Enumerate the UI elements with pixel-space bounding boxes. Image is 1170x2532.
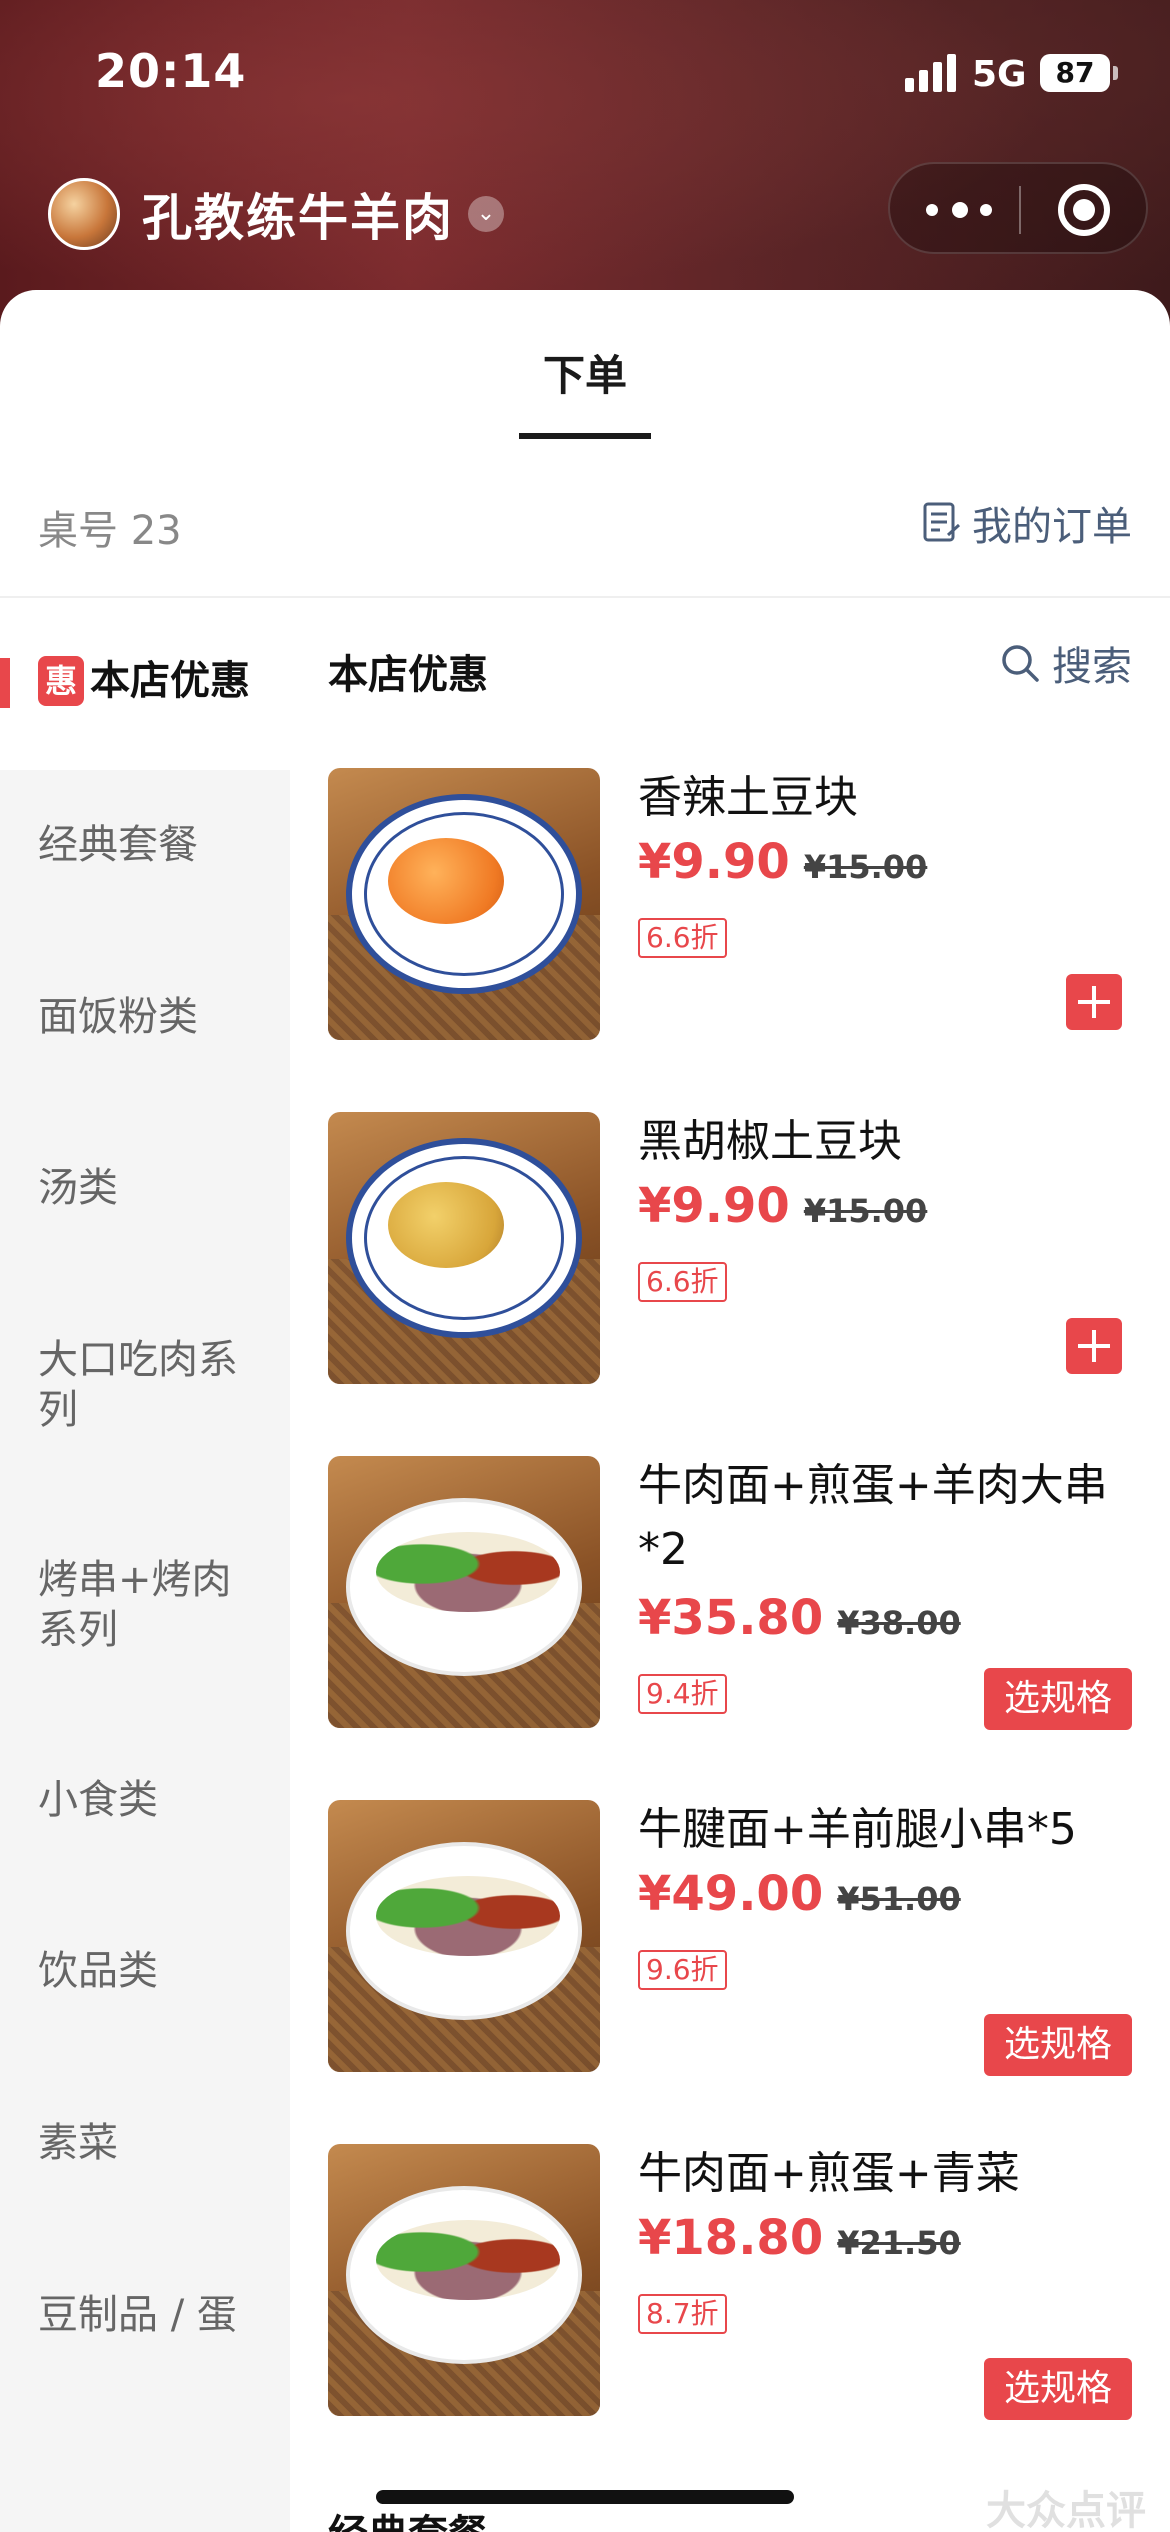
price-row: ¥18.80 ¥21.50 <box>638 2210 961 2266</box>
search-label: 搜索 <box>1052 644 1132 690</box>
sidebar-item[interactable]: 面饭粉类 <box>38 992 268 1042</box>
add-to-cart-icon[interactable] <box>1066 1318 1122 1374</box>
my-orders-label: 我的订单 <box>972 504 1132 550</box>
dish-price: ¥18.80 <box>638 2210 824 2266</box>
signal-icon <box>905 54 957 92</box>
dish-name: 黑胡椒土豆块 <box>638 1116 902 1167</box>
miniprogram-capsule <box>888 162 1148 254</box>
dish-image <box>328 768 600 1040</box>
chevron-down-icon: ⌄ <box>468 196 504 232</box>
dish-image <box>328 1456 600 1728</box>
menu-item[interactable]: 牛肉面+煎蛋+青菜 ¥18.80 ¥21.50 8.7折 选规格 <box>328 2144 1132 2420</box>
sidebar-item[interactable]: 小食类 <box>38 1775 268 1825</box>
price-row: ¥35.80 ¥38.00 <box>638 1590 961 1646</box>
original-price: ¥51.00 <box>837 1880 961 1918</box>
menu-item[interactable]: 黑胡椒土豆块 ¥9.90 ¥15.00 6.6折 <box>328 1112 1132 1388</box>
section-title: 本店优惠 <box>328 652 488 698</box>
discount-tag: 6.6折 <box>638 918 727 958</box>
sidebar-item-promotions[interactable]: 惠 本店优惠 <box>0 598 290 770</box>
table-number: 桌号 23 <box>38 508 182 554</box>
dish-price: ¥35.80 <box>638 1590 824 1646</box>
shop-avatar <box>48 178 120 250</box>
active-indicator <box>0 658 10 708</box>
search-icon <box>1002 645 1039 682</box>
battery-icon: 87 <box>1040 54 1118 92</box>
search-button[interactable]: 搜索 <box>1000 634 1132 692</box>
status-time: 20:14 <box>95 44 247 98</box>
status-bar: 20:14 5G 87 <box>0 0 1170 150</box>
add-to-cart-icon[interactable] <box>1066 974 1122 1030</box>
dish-name: 牛肉面+煎蛋+青菜 <box>638 2148 1020 2199</box>
menu-item[interactable]: 牛肉面+煎蛋+羊肉大串*2 ¥35.80 ¥38.00 9.4折 选规格 <box>328 1456 1132 1732</box>
promo-badge-icon: 惠 <box>38 656 84 706</box>
original-price: ¥15.00 <box>803 1192 928 1230</box>
original-price: ¥21.50 <box>837 2224 961 2262</box>
category-sidebar: 惠 本店优惠 经典套餐 面饭粉类 汤类 大口吃肉系列 烤串+烤肉系列 小食类 饮… <box>0 598 290 2532</box>
sidebar-item-label: 本店优惠 <box>90 658 250 704</box>
next-section-title: 经典套餐 <box>328 2502 488 2532</box>
select-spec-button[interactable]: 选规格 <box>984 1668 1132 1730</box>
dish-price: ¥9.90 <box>638 1178 790 1234</box>
tab-order[interactable]: 下单 <box>0 342 1170 403</box>
watermark: 大众点评 <box>986 2488 1146 2532</box>
discount-tag: 8.7折 <box>638 2294 727 2334</box>
network-type: 5G <box>972 54 1027 95</box>
dish-name: 香辣土豆块 <box>638 772 858 823</box>
dish-price: ¥9.90 <box>638 834 790 890</box>
price-row: ¥9.90 ¥15.00 <box>638 834 927 890</box>
sidebar-item[interactable]: 烤串+烤肉系列 <box>38 1555 268 1655</box>
sidebar-item[interactable]: 豆制品 / 蛋 <box>38 2290 268 2340</box>
discount-tag: 9.4折 <box>638 1674 727 1714</box>
shop-switcher[interactable]: 孔教练牛羊肉 ⌄ <box>48 174 504 254</box>
capsule-divider <box>1019 186 1021 234</box>
dish-image <box>328 2144 600 2416</box>
order-sheet: 下单 桌号 23 我的订单 惠 本店优惠 经典套餐 面饭粉类 汤类 大口吃肉系列… <box>0 290 1170 2532</box>
select-spec-button[interactable]: 选规格 <box>984 2014 1132 2076</box>
discount-tag: 9.6折 <box>638 1950 727 1990</box>
discount-tag: 6.6折 <box>638 1262 727 1302</box>
dish-name: 牛腱面+羊前腿小串*5 <box>638 1804 1077 1855</box>
original-price: ¥15.00 <box>803 848 928 886</box>
dish-name: 牛肉面+煎蛋+羊肉大串*2 <box>638 1460 1108 1575</box>
shop-name: 孔教练牛羊肉 <box>142 189 454 247</box>
menu-item[interactable]: 香辣土豆块 ¥9.90 ¥15.00 6.6折 <box>328 768 1132 1044</box>
dish-image <box>328 1112 600 1384</box>
dish-image <box>328 1800 600 2072</box>
sidebar-item[interactable]: 汤类 <box>38 1163 268 1213</box>
price-row: ¥9.90 ¥15.00 <box>638 1178 927 1234</box>
tab-indicator <box>519 433 651 439</box>
home-indicator[interactable] <box>376 2490 794 2504</box>
sidebar-item[interactable]: 饮品类 <box>38 1946 268 1996</box>
price-row: ¥49.00 ¥51.00 <box>638 1866 961 1922</box>
more-icon[interactable] <box>926 186 1016 234</box>
sidebar-item[interactable]: 经典套餐 <box>38 820 268 870</box>
menu-item[interactable]: 牛腱面+羊前腿小串*5 ¥49.00 ¥51.00 9.6折 选规格 <box>328 1800 1132 2076</box>
dish-price: ¥49.00 <box>638 1866 824 1922</box>
original-price: ¥38.00 <box>837 1604 961 1642</box>
sidebar-item[interactable]: 素菜 <box>38 2118 268 2168</box>
my-orders-link[interactable]: 我的订单 <box>922 494 1132 552</box>
sidebar-item[interactable]: 大口吃肉系列 <box>38 1335 268 1435</box>
close-target-icon[interactable] <box>1058 184 1110 236</box>
order-list-icon <box>923 502 961 542</box>
select-spec-button[interactable]: 选规格 <box>984 2358 1132 2420</box>
